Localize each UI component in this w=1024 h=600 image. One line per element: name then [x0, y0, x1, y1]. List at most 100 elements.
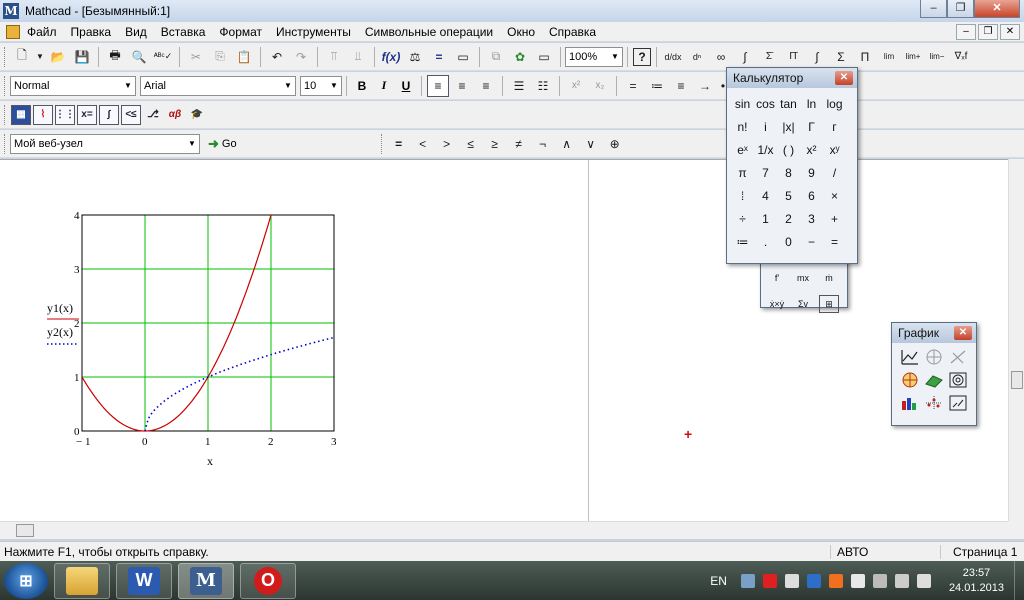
- cut-icon[interactable]: ✂: [185, 46, 207, 68]
- calculator-palette-icon[interactable]: ▦: [11, 104, 31, 125]
- new-document-icon[interactable]: 🗋: [11, 46, 33, 68]
- xy-plot-icon[interactable]: [900, 347, 920, 367]
- calculator-key[interactable]: sin: [731, 92, 754, 115]
- calculator-key[interactable]: 1/x: [754, 138, 777, 161]
- language-indicator[interactable]: EN: [710, 574, 727, 588]
- window-icon[interactable]: ▭: [533, 46, 555, 68]
- contour-plot-icon[interactable]: [948, 370, 968, 390]
- clock[interactable]: 23:57 24.01.2013: [949, 566, 1004, 596]
- eval-xor-button[interactable]: ⊕: [604, 133, 626, 155]
- product-icon[interactable]: Π: [854, 46, 876, 68]
- 3d-plot-icon[interactable]: [948, 347, 968, 367]
- polar-plot-icon[interactable]: [924, 347, 944, 367]
- programming-palette-icon[interactable]: ⎇: [143, 105, 163, 125]
- calculator-key[interactable]: /: [823, 161, 846, 184]
- signal-icon[interactable]: [894, 573, 909, 588]
- calculator-key[interactable]: +: [823, 207, 846, 230]
- calculator-key[interactable]: π: [731, 161, 754, 184]
- underline-button[interactable]: U: [395, 75, 417, 97]
- palette-key[interactable]: ẋ×ẏ: [767, 295, 787, 313]
- toolbar-grip[interactable]: [380, 133, 384, 154]
- calculator-key[interactable]: i: [754, 115, 777, 138]
- close-button[interactable]: ✕: [974, 0, 1020, 18]
- print-preview-icon[interactable]: 🔍: [128, 46, 150, 68]
- calculator-key[interactable]: −: [800, 230, 823, 253]
- menu-insert[interactable]: Вставка: [154, 22, 213, 42]
- redo-icon[interactable]: ↷: [290, 46, 312, 68]
- show-desktop-button[interactable]: [1014, 561, 1024, 600]
- volume-icon[interactable]: [850, 573, 865, 588]
- matrix-palette-icon[interactable]: ⋮⋮: [55, 104, 75, 125]
- update-icon[interactable]: [828, 573, 843, 588]
- limit-icon[interactable]: lim: [878, 46, 900, 68]
- vertical-scroll-thumb[interactable]: [1011, 371, 1023, 389]
- network-icon[interactable]: [740, 573, 755, 588]
- calculator-key[interactable]: 2: [777, 207, 800, 230]
- menu-edit[interactable]: Правка: [64, 22, 119, 42]
- integral-icon[interactable]: ∫: [806, 46, 828, 68]
- calculator-key[interactable]: eˣ: [731, 138, 754, 161]
- minimize-button[interactable]: ‒: [920, 0, 947, 18]
- component-icon[interactable]: ⧉: [485, 46, 507, 68]
- align-left-icon[interactable]: ≡: [427, 74, 449, 97]
- font-size-select[interactable]: 10 ▼: [300, 75, 342, 96]
- calculator-key[interactable]: ÷: [731, 207, 754, 230]
- speaker-icon[interactable]: [916, 573, 931, 588]
- eval-less-button[interactable]: <: [412, 133, 434, 155]
- nth-derivative-icon[interactable]: dⁿ: [686, 46, 708, 68]
- infinity-icon[interactable]: ∞: [710, 46, 732, 68]
- graph-title-bar[interactable]: График ✕: [892, 323, 976, 343]
- eval-less-equal-button[interactable]: ≤: [460, 133, 482, 155]
- eval-not-button[interactable]: ¬: [532, 133, 554, 155]
- close-icon[interactable]: ✕: [954, 326, 972, 340]
- vector-field-icon[interactable]: [948, 393, 968, 413]
- menu-view[interactable]: Вид: [118, 22, 154, 42]
- antivirus-icon[interactable]: [762, 573, 777, 588]
- calculator-key[interactable]: ln: [800, 92, 823, 115]
- menu-format[interactable]: Формат: [212, 22, 269, 42]
- boolean-palette-icon[interactable]: <≤: [121, 104, 141, 125]
- align-down-icon[interactable]: ⫫: [347, 46, 369, 68]
- equivalence-icon[interactable]: ≡: [670, 75, 692, 97]
- polar-plot-2-icon[interactable]: [900, 370, 920, 390]
- calculator-key[interactable]: x²: [800, 138, 823, 161]
- eval-equals-button[interactable]: =: [388, 133, 410, 155]
- calculator-key[interactable]: 8: [777, 161, 800, 184]
- taskbar-opera[interactable]: O: [240, 562, 296, 599]
- go-button[interactable]: ➜ Go: [208, 136, 237, 152]
- insert-function-icon[interactable]: f(x): [380, 46, 402, 68]
- assign-icon[interactable]: ≔: [646, 75, 668, 97]
- palette-key[interactable]: ⊞: [819, 295, 839, 313]
- calculator-key[interactable]: ≔: [731, 230, 754, 253]
- menu-file[interactable]: Файл: [20, 22, 64, 42]
- font-select[interactable]: Arial ▼: [140, 75, 296, 96]
- web-address-select[interactable]: Мой веб-узел ▼: [10, 133, 200, 154]
- calculator-title-bar[interactable]: Калькулятор ✕: [727, 68, 857, 88]
- xy-plot-region[interactable]: − 1012301234 y1(x) y2(x) x: [0, 160, 360, 490]
- undo-icon[interactable]: ↶: [266, 46, 288, 68]
- calculator-key[interactable]: tan: [777, 92, 800, 115]
- definition-icon[interactable]: =: [622, 75, 644, 97]
- graph-palette-icon[interactable]: ⌇: [33, 104, 53, 125]
- dropdown-arrow-icon[interactable]: ▼: [35, 46, 45, 68]
- surface-plot-icon[interactable]: [924, 370, 944, 390]
- eval-and-button[interactable]: ∧: [556, 133, 578, 155]
- doc-restore-button[interactable]: ❐: [978, 24, 998, 40]
- subscript-icon[interactable]: x₂: [589, 75, 611, 97]
- insert-region-icon[interactable]: ▭: [452, 46, 474, 68]
- calculator-key[interactable]: ×: [823, 184, 846, 207]
- calculator-key[interactable]: 6: [800, 184, 823, 207]
- calculator-key[interactable]: |x|: [777, 115, 800, 138]
- battery-icon[interactable]: [872, 573, 887, 588]
- superscript-icon[interactable]: x²: [565, 75, 587, 97]
- calculator-key[interactable]: 7: [754, 161, 777, 184]
- calculator-key[interactable]: ( ): [777, 138, 800, 161]
- calculator-key[interactable]: =: [823, 230, 846, 253]
- taskbar-word[interactable]: W: [116, 562, 172, 599]
- calculator-key[interactable]: 3: [800, 207, 823, 230]
- eval-greater-equal-button[interactable]: ≥: [484, 133, 506, 155]
- bullet-list-icon[interactable]: ☰: [508, 75, 530, 97]
- taskbar-mathcad[interactable]: M: [178, 562, 234, 599]
- calculator-key[interactable]: 0: [777, 230, 800, 253]
- align-right-icon[interactable]: ≡: [475, 75, 497, 97]
